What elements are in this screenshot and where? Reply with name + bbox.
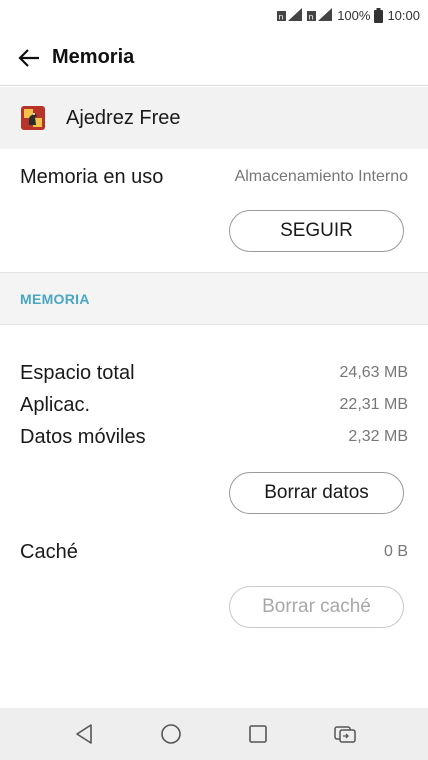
svg-text:n: n: [309, 13, 314, 22]
chess-app-icon: [21, 106, 45, 130]
storage-in-use-value: Almacenamiento Interno: [234, 168, 408, 185]
apps-row: Aplicac. 22,31 MB: [0, 389, 428, 421]
app-header-row: Ajedrez Free: [0, 87, 428, 149]
nav-recents-button[interactable]: [238, 714, 278, 754]
apps-value: 22,31 MB: [339, 396, 408, 413]
cache-value: 0 B: [383, 543, 408, 560]
nav-back-button[interactable]: [64, 714, 104, 754]
svg-text:n: n: [279, 13, 284, 22]
home-circle-icon: [160, 724, 181, 744]
clock: 10:00: [387, 7, 420, 23]
title-bar: Memoria: [0, 30, 428, 86]
nav-home-button[interactable]: [151, 714, 191, 754]
dual-window-icon: [333, 726, 356, 743]
total-space-value: 24,63 MB: [339, 364, 408, 381]
section-title: MEMORIA: [20, 290, 90, 307]
total-space-row: Espacio total 24,63 MB: [0, 357, 428, 389]
arrow-left-icon: [18, 48, 39, 67]
recents-square-icon: [248, 725, 267, 743]
clear-data-button[interactable]: Borrar datos: [229, 472, 404, 514]
storage-in-use-label: Memoria en uso: [20, 165, 164, 188]
clear-cache-button[interactable]: Borrar caché: [229, 586, 404, 628]
back-button[interactable]: [14, 43, 44, 73]
memory-section-header: MEMORIA: [0, 273, 428, 325]
battery-percent: 100%: [337, 7, 371, 23]
mobile-data-row: Datos móviles 2,32 MB: [0, 421, 428, 453]
total-space-label: Espacio total: [20, 361, 135, 384]
signal-icon: n: [307, 8, 333, 22]
mobile-data-label: Datos móviles: [20, 425, 146, 448]
apps-label: Aplicac.: [20, 393, 91, 416]
network-indicator-icon: n: [277, 8, 303, 22]
cache-label: Caché: [20, 540, 78, 563]
follow-button[interactable]: SEGUIR: [229, 210, 404, 252]
mobile-data-value: 2,32 MB: [348, 428, 408, 445]
storage-in-use-row: Memoria en uso Almacenamiento Interno: [0, 149, 428, 205]
back-triangle-icon: [75, 724, 92, 744]
status-bar: n n 100% 10:00: [0, 0, 428, 30]
app-name: Ajedrez Free: [66, 106, 181, 129]
app-memory-screen: n n 100% 10:00 Memoria Ajedrez Free Memo…: [0, 0, 428, 760]
page-title: Memoria: [52, 46, 135, 68]
nav-dual-window-button[interactable]: [325, 714, 365, 754]
cache-row: Caché 0 B: [0, 536, 428, 568]
battery-icon: [374, 7, 384, 23]
navigation-bar: [0, 708, 428, 760]
